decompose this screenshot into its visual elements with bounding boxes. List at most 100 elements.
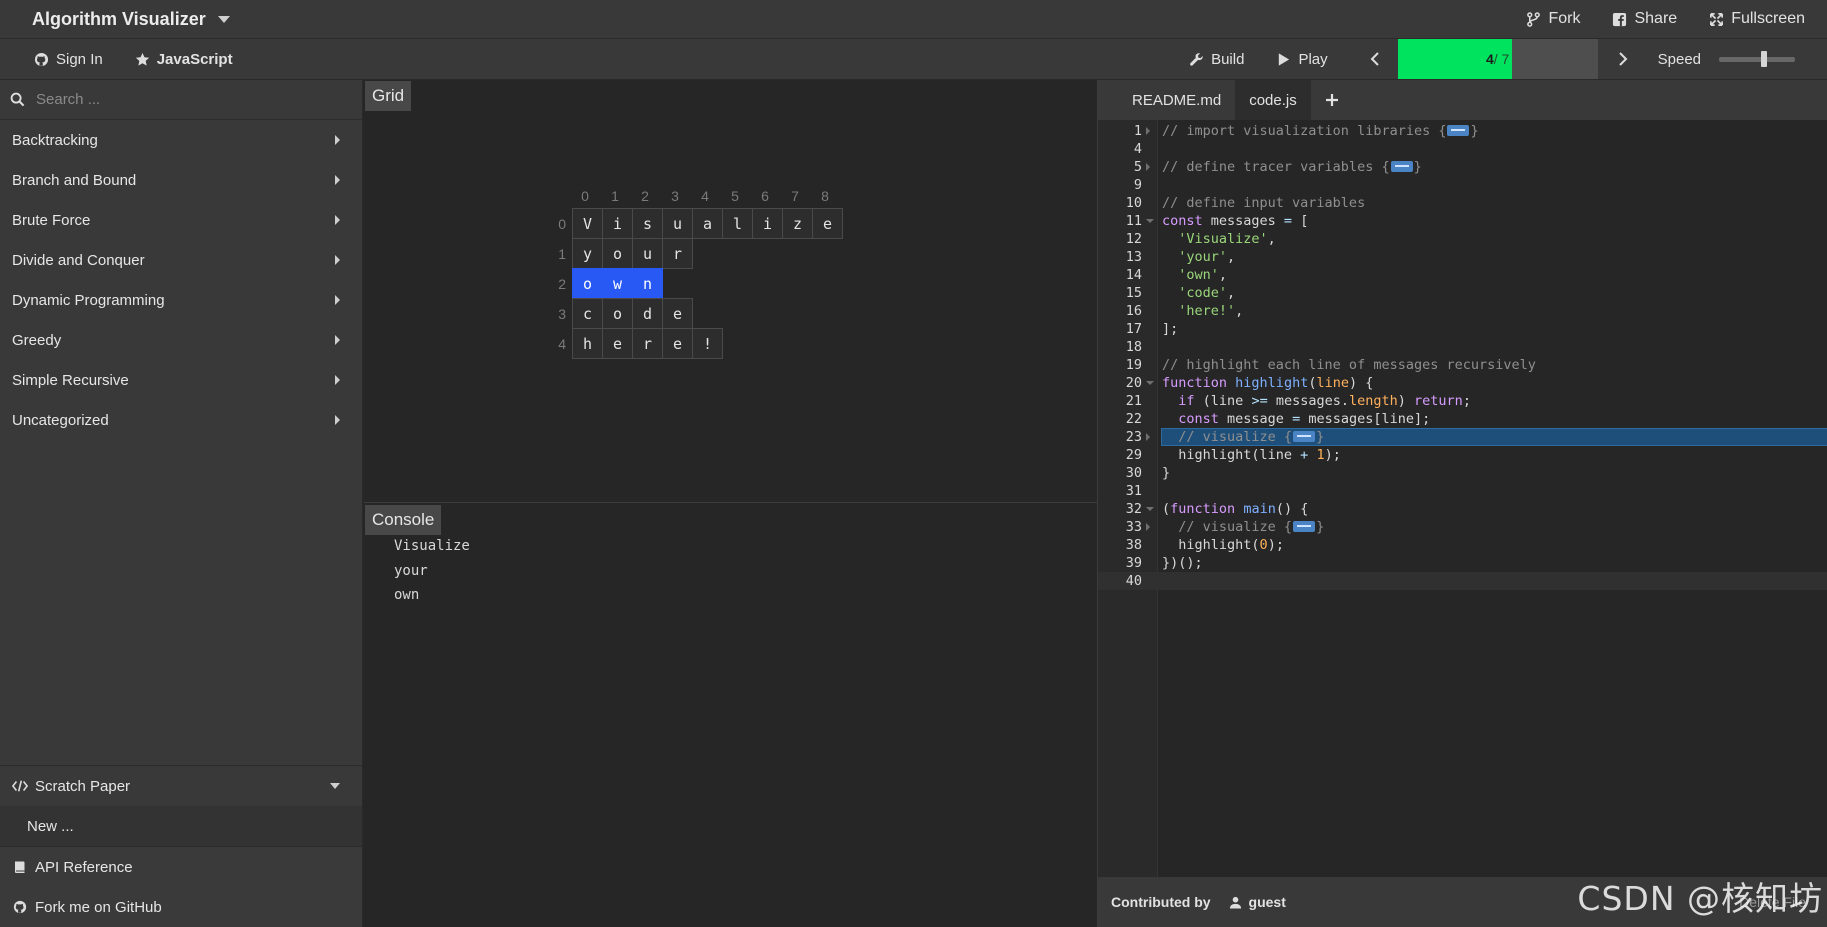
- code-line[interactable]: 12 'Visualize',: [1098, 230, 1827, 248]
- code-line[interactable]: 30}: [1098, 464, 1827, 482]
- build-button[interactable]: Build: [1189, 51, 1244, 68]
- code-editor[interactable]: 1 // import visualization libraries {} 4 5 /…: [1098, 120, 1827, 877]
- step-progress-bar[interactable]: 4 / 7: [1397, 39, 1598, 79]
- code-line[interactable]: 17];: [1098, 320, 1827, 338]
- code-line[interactable]: 18: [1098, 338, 1827, 356]
- category-item[interactable]: Backtracking: [0, 120, 362, 160]
- line-number: 18: [1125, 339, 1142, 355]
- code-line[interactable]: 4: [1098, 140, 1827, 158]
- editor-tab[interactable]: code.js: [1235, 80, 1311, 120]
- editor-tab[interactable]: README.md: [1118, 80, 1235, 120]
- category-item[interactable]: Dynamic Programming: [0, 280, 362, 320]
- grid-cell: e: [662, 328, 693, 359]
- line-number: 30: [1125, 465, 1142, 481]
- code-line[interactable]: 10 // define input variables: [1098, 194, 1827, 212]
- fork-button[interactable]: Fork: [1526, 10, 1580, 28]
- grid-cell: i: [602, 208, 633, 239]
- code-line[interactable]: 14 'own',: [1098, 266, 1827, 284]
- line-number: 31: [1125, 483, 1142, 499]
- code-line[interactable]: 1 // import visualization libraries {}: [1098, 122, 1827, 140]
- code-line[interactable]: 22 const message = messages[line];: [1098, 410, 1827, 428]
- code-line[interactable]: 15 'code',: [1098, 284, 1827, 302]
- contributed-label: Contributed by: [1111, 894, 1211, 910]
- app-title-menu[interactable]: Algorithm Visualizer: [0, 9, 230, 30]
- sign-in-button[interactable]: Sign In: [34, 51, 103, 68]
- category-label: Greedy: [12, 331, 62, 349]
- code-line[interactable]: 9: [1098, 176, 1827, 194]
- console-panel: Console Visualize your own: [364, 504, 1097, 927]
- grid-cell: e: [602, 328, 633, 359]
- scratch-paper-toggle[interactable]: Scratch Paper: [0, 766, 362, 806]
- code-line[interactable]: 13 'your',: [1098, 248, 1827, 266]
- code-line[interactable]: 40: [1098, 572, 1827, 590]
- code-line[interactable]: 33 // visualize {}: [1098, 518, 1827, 536]
- github-icon: [13, 900, 27, 914]
- column-index: 7: [791, 188, 799, 204]
- grid-cell: l: [722, 208, 753, 239]
- code-line[interactable]: 11 const messages = [: [1098, 212, 1827, 230]
- code-line[interactable]: 32 (function main() {: [1098, 500, 1827, 518]
- search-input[interactable]: [36, 91, 336, 108]
- speed-slider-thumb[interactable]: [1761, 51, 1767, 67]
- new-scratch-button[interactable]: New ...: [0, 806, 362, 846]
- code-line[interactable]: 31: [1098, 482, 1827, 500]
- code-line[interactable]: 39})();: [1098, 554, 1827, 572]
- category-item[interactable]: Branch and Bound: [0, 160, 362, 200]
- line-number: 23: [1125, 429, 1142, 445]
- code-text: const message = messages[line];: [1178, 411, 1431, 427]
- fold-expanded-icon[interactable]: [1146, 507, 1154, 511]
- next-step-button[interactable]: [1608, 39, 1638, 79]
- fold-collapsed-icon[interactable]: [1146, 523, 1150, 531]
- code-line[interactable]: 19 // highlight each line of messages rec…: [1098, 356, 1827, 374]
- add-file-button[interactable]: [1311, 80, 1353, 120]
- share-label: Share: [1634, 10, 1678, 27]
- category-item[interactable]: Brute Force: [0, 200, 362, 240]
- category-item[interactable]: Divide and Conquer: [0, 240, 362, 280]
- grid-cell: n: [632, 268, 663, 299]
- code-line[interactable]: 23 // visualize {}: [1098, 428, 1827, 446]
- speed-label: Speed: [1657, 50, 1701, 68]
- api-reference-link[interactable]: API Reference: [0, 847, 362, 887]
- grid-cell: s: [632, 208, 663, 239]
- fold-collapsed-icon[interactable]: [1146, 433, 1150, 441]
- category-item[interactable]: Greedy: [0, 320, 362, 360]
- grid-cell: r: [632, 328, 663, 359]
- row-index: 0: [558, 216, 566, 232]
- code-line[interactable]: 16 'here!',: [1098, 302, 1827, 320]
- column-index: 4: [701, 188, 709, 204]
- speed-slider[interactable]: [1719, 51, 1795, 67]
- code-text: }: [1162, 465, 1171, 481]
- fullscreen-button[interactable]: Fullscreen: [1709, 10, 1805, 28]
- line-number: 4: [1133, 141, 1142, 157]
- build-label: Build: [1211, 50, 1245, 68]
- category-list: Backtracking Branch and Bound Brute Force D…: [0, 120, 362, 440]
- language-label: JavaScript: [156, 50, 233, 68]
- fold-collapsed-icon[interactable]: [1146, 163, 1150, 171]
- caret-right-icon: [335, 255, 340, 265]
- line-number: 16: [1125, 303, 1142, 319]
- caret-right-icon: [335, 135, 340, 145]
- fork-label: Fork: [1548, 10, 1581, 27]
- contributor[interactable]: guest: [1229, 894, 1286, 910]
- github-fork-link[interactable]: Fork me on GitHub: [0, 887, 362, 927]
- code-line[interactable]: 21 if (line >= messages.length) return;: [1098, 392, 1827, 410]
- caret-right-icon: [335, 295, 340, 305]
- code-line[interactable]: 20 function highlight(line) {: [1098, 374, 1827, 392]
- search-icon: [10, 92, 25, 107]
- fold-collapsed-icon[interactable]: [1146, 127, 1150, 135]
- caret-right-icon: [335, 415, 340, 425]
- code-line[interactable]: 29 highlight(line + 1);: [1098, 446, 1827, 464]
- play-button[interactable]: Play: [1276, 51, 1328, 68]
- share-button[interactable]: Share: [1612, 10, 1677, 28]
- code-text: highlight(line + 1);: [1162, 447, 1341, 463]
- code-line[interactable]: 38 highlight(0);: [1098, 536, 1827, 554]
- fold-expanded-icon[interactable]: [1146, 381, 1154, 385]
- code-line[interactable]: 5 // define tracer variables {}: [1098, 158, 1827, 176]
- fold-expanded-icon[interactable]: [1146, 219, 1154, 223]
- category-item[interactable]: Simple Recursive: [0, 360, 362, 400]
- code-text: ];: [1162, 321, 1179, 337]
- prev-step-button[interactable]: [1360, 39, 1390, 79]
- language-selector[interactable]: JavaScript: [135, 51, 233, 68]
- caret-right-icon: [335, 175, 340, 185]
- category-item[interactable]: Uncategorized: [0, 400, 362, 440]
